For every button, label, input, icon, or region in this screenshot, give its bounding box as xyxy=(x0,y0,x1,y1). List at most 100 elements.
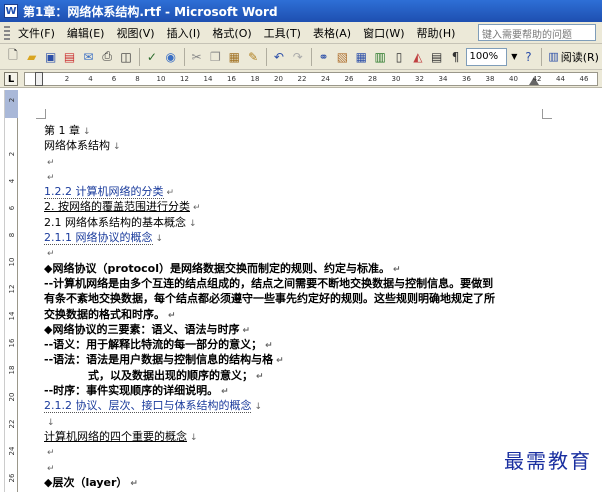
drawing-icon[interactable]: ◭ xyxy=(409,47,427,66)
document-line[interactable]: 2.1.2 协议、层次、接口与体系结构的概念 ↓ xyxy=(44,398,544,414)
paragraph-mark-icon: ↓ xyxy=(190,432,198,443)
document-line[interactable]: ◆层次（layer） ↵ xyxy=(44,475,544,490)
read-icon: ▥ xyxy=(548,50,559,63)
read-button[interactable]: ▥ 阅读(R) xyxy=(545,49,602,65)
document-line[interactable]: ↵ xyxy=(44,245,544,260)
document-area[interactable]: 第 1 章 ↓ 网络体系结构 ↓ ↵ ↵ 1.2.2 计算机网络的分类 ↵ 2. 按网络的覆盖范… xyxy=(20,89,602,492)
document-line[interactable]: 第 1 章 ↓ xyxy=(44,123,544,138)
insert-excel-icon[interactable]: ▥ xyxy=(371,47,389,66)
vertical-ruler[interactable]: 2 2 4 6 8 10 12 14 16 18 20 22 24 26 xyxy=(4,90,18,492)
menu-view[interactable]: 视图(V) xyxy=(110,25,160,41)
paragraph-mark-icon: ↵ xyxy=(256,371,264,382)
redo-icon[interactable]: ↷ xyxy=(289,47,307,66)
new-icon[interactable]: 🗋 xyxy=(4,47,22,66)
vertical-ruler-tick-label: 2 xyxy=(8,97,16,103)
paste-icon[interactable]: ▦ xyxy=(225,47,243,66)
document-line[interactable]: ↵ xyxy=(44,444,544,459)
document-line[interactable]: --时序：事件实现顺序的详细说明。 ↵ xyxy=(44,383,544,398)
ruler-tick-label: 16 xyxy=(227,75,236,83)
zoom-select[interactable]: 100% xyxy=(465,47,508,66)
title-bar[interactable]: W 第1章：网络体系结构.rtf - Microsoft Word xyxy=(0,0,602,22)
insert-table-icon[interactable]: ▦ xyxy=(352,47,370,66)
ruler-tick-label: 28 xyxy=(368,75,377,83)
line-text: --语法：语法是用户数据与控制信息的结构与格 xyxy=(44,353,274,367)
document-line[interactable]: 网络体系结构 ↓ xyxy=(44,138,544,153)
help-icon[interactable]: ? xyxy=(520,47,538,66)
email-icon[interactable]: ✉ xyxy=(79,47,97,66)
menu-table[interactable]: 表格(A) xyxy=(307,25,357,41)
toolbar-grip-icon[interactable] xyxy=(4,25,10,40)
copy-icon[interactable]: ❐ xyxy=(206,47,224,66)
document-line[interactable]: 交换数据的格式和时序。 ↵ xyxy=(44,307,544,322)
zoom-dropdown-icon[interactable]: ▼ xyxy=(509,48,519,66)
standard-toolbar: 🗋 ▰ ▣ ▤ ✉ ⎙ ◫ ✓ ◉ ✂ ❐ ▦ ✎ ↶ ↷ ⚭ ▧ ▦ ▥ ▯ … xyxy=(0,44,602,70)
document-line[interactable]: 2.1.1 网络协议的概念 ↓ xyxy=(44,230,544,246)
spelling-icon[interactable]: ✓ xyxy=(143,47,161,66)
cut-icon[interactable]: ✂ xyxy=(188,47,206,66)
ruler-tick-label: 12 xyxy=(180,75,189,83)
document-line[interactable]: --语法：语法是用户数据与控制信息的结构与格 ↵ xyxy=(44,352,544,367)
menu-help[interactable]: 帮助(H) xyxy=(411,25,462,41)
ruler-tick-label: 24 xyxy=(321,75,330,83)
document-content[interactable]: 第 1 章 ↓ 网络体系结构 ↓ ↵ ↵ 1.2.2 计算机网络的分类 ↵ 2. 按网络的覆盖范… xyxy=(44,123,544,490)
permission-icon[interactable]: ▤ xyxy=(61,47,79,66)
format-painter-icon[interactable]: ✎ xyxy=(244,47,262,66)
print-preview-icon[interactable]: ◫ xyxy=(117,47,135,66)
word-app-icon[interactable]: W xyxy=(4,4,18,18)
paragraph-mark-icon: ↓ xyxy=(113,142,121,153)
document-line[interactable]: --语义：用于解释比特流的每一部分的意义； ↵ xyxy=(44,337,544,352)
menu-file[interactable]: 文件(F) xyxy=(12,25,61,41)
vertical-ruler-tick-label: 20 xyxy=(8,392,16,402)
page-corner-mark xyxy=(542,109,552,119)
paragraph-mark-icon: ↵ xyxy=(242,325,251,336)
document-line[interactable]: 有条不紊地交换数据，每个结点都必须遵守一些事先约定好的规则。这些规则明确地规定了… xyxy=(44,291,544,306)
ruler-tick-label: 46 xyxy=(579,75,589,83)
line-text: 网络体系结构 xyxy=(44,139,110,153)
ruler-tick-label: 22 xyxy=(297,75,307,83)
toolbar-separator xyxy=(541,47,543,66)
save-icon[interactable]: ▣ xyxy=(42,47,60,66)
help-search-input[interactable]: 键入需要帮助的问题 xyxy=(478,24,596,41)
document-line[interactable]: 式，以及数据出现的顺序的意义； ↵ xyxy=(44,368,544,383)
vertical-ruler-tick-label: 12 xyxy=(8,284,16,294)
menu-window[interactable]: 窗口(W) xyxy=(357,25,410,41)
menu-edit[interactable]: 编辑(E) xyxy=(61,25,111,41)
document-map-icon[interactable]: ▤ xyxy=(428,47,446,66)
document-line[interactable]: 2. 按网络的覆盖范围进行分类 ↵ xyxy=(44,199,544,214)
ruler-tick-label: 30 xyxy=(391,75,401,83)
line-text: 2.1.1 网络协议的概念 xyxy=(44,231,153,246)
document-line[interactable]: ↓ xyxy=(44,414,544,429)
left-indent-marker[interactable] xyxy=(35,72,43,86)
research-icon[interactable]: ◉ xyxy=(162,47,180,66)
print-icon[interactable]: ⎙ xyxy=(98,47,116,66)
document-line[interactable]: ↵ xyxy=(44,154,544,169)
paragraph-mark-icon: ↓ xyxy=(155,234,164,245)
ruler-tick-label: 34 xyxy=(438,75,448,83)
document-line[interactable]: ◆网络协议（protocol）是网络数据交换而制定的规则、约定与标准。 ↵ xyxy=(44,261,544,276)
line-text: --时序：事件实现顺序的详细说明。 xyxy=(44,384,219,398)
undo-icon[interactable]: ↶ xyxy=(270,47,288,66)
open-icon[interactable]: ▰ xyxy=(23,47,41,66)
menu-tools[interactable]: 工具(T) xyxy=(258,25,307,41)
vertical-ruler-tick-label: 16 xyxy=(8,338,16,348)
document-line[interactable]: --计算机网络是由多个互连的结点组成的，结点之间需要不断地交换数据与控制信息。要… xyxy=(44,276,544,291)
menu-format[interactable]: 格式(O) xyxy=(206,25,257,41)
tables-borders-icon[interactable]: ▧ xyxy=(334,47,352,66)
show-hide-icon[interactable]: ¶ xyxy=(447,47,465,66)
document-line[interactable]: 2.1 网络体系结构的基本概念 ↓ xyxy=(44,215,544,230)
line-text: --语义：用于解释比特流的每一部分的意义； xyxy=(44,338,263,352)
document-line[interactable]: ◆网络协议的三要素：语义、语法与时序 ↵ xyxy=(44,322,544,337)
document-line[interactable]: ↵ xyxy=(44,460,544,475)
paragraph-mark-icon: ↓ xyxy=(254,402,263,413)
line-text: 2. 按网络的覆盖范围进行分类 xyxy=(44,200,190,214)
menu-insert[interactable]: 插入(I) xyxy=(161,25,207,41)
read-label: 阅读(R) xyxy=(560,50,599,64)
tab-selector-icon[interactable]: L xyxy=(4,72,18,86)
hyperlink-icon[interactable]: ⚭ xyxy=(315,47,333,66)
menu-bar: 文件(F) 编辑(E) 视图(V) 插入(I) 格式(O) 工具(T) 表格(A… xyxy=(0,22,602,44)
document-line[interactable]: ↵ xyxy=(44,169,544,184)
horizontal-ruler[interactable]: 2 4 6 8 10 12 14 16 18 20 22 24 26 28 30 32 34 36 38 40 42 44… xyxy=(24,72,598,86)
columns-icon[interactable]: ▯ xyxy=(390,47,408,66)
document-line[interactable]: 计算机网络的四个重要的概念 ↓ xyxy=(44,429,544,444)
document-line[interactable]: 1.2.2 计算机网络的分类 ↵ xyxy=(44,184,544,200)
